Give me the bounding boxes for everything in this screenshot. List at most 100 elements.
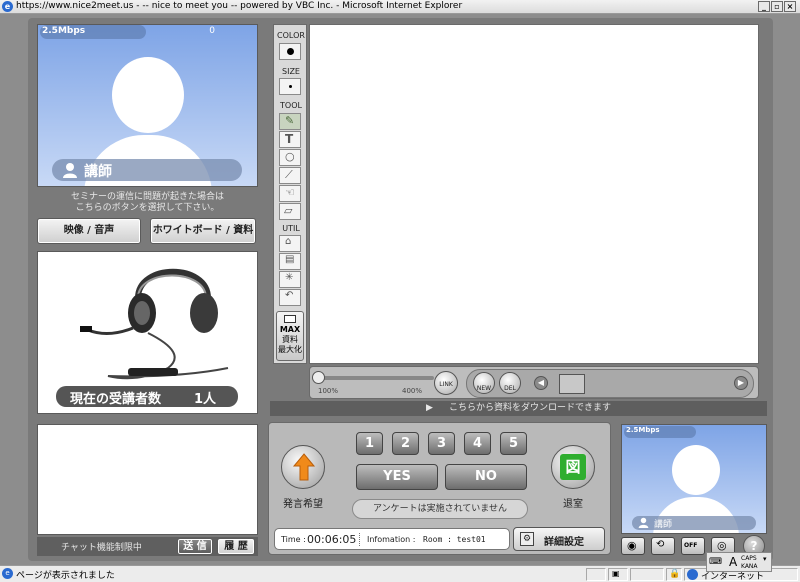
size-label: SIZE xyxy=(282,67,300,76)
yes-button[interactable]: YES xyxy=(356,464,438,490)
info-label: Infomation : xyxy=(367,535,416,544)
chat-log[interactable] xyxy=(37,424,258,535)
link-label: LINK xyxy=(439,381,453,388)
chat-history-button[interactable]: 履 歴 xyxy=(217,538,255,555)
sparkle-icon: ✳ xyxy=(285,272,294,283)
chevron-left-icon: ◀ xyxy=(537,378,545,387)
ime-mode: A xyxy=(729,555,738,569)
exit-label: 退室 xyxy=(563,499,583,510)
bandwidth-label-small: 2.5Mbps xyxy=(626,426,660,434)
detail-settings-label: 詳細設定 xyxy=(544,537,584,548)
notice-line-2: こちらのボタンを選択して下さい。 xyxy=(75,203,220,213)
whiteboard-canvas[interactable] xyxy=(309,24,759,364)
stamp-icon: ⌂ xyxy=(285,236,292,247)
board-controls: 100% 400% LINK NEW DEL ◀ ▶ xyxy=(309,366,759,399)
new-page-button[interactable]: NEW xyxy=(473,372,495,394)
delete-page-button[interactable]: DEL xyxy=(499,372,521,394)
survey-status: アンケートは実施されていません xyxy=(352,499,528,519)
chat-send-button[interactable]: 送 信 xyxy=(177,538,213,555)
detail-settings-button[interactable]: ⚙ 詳細設定 xyxy=(513,527,605,551)
answer-button-2[interactable]: 2 xyxy=(392,432,419,455)
maximize-button[interactable]: ▫ xyxy=(771,1,783,12)
trouble-notice: セミナーの運信に問題が起きた場合は こちらのボタンを選択して下さい。 xyxy=(37,192,258,214)
whiteboard-button[interactable]: ホワイトボード / 資料 xyxy=(150,218,256,244)
lecturer-name-tag: 講師 xyxy=(52,159,242,181)
answer-button-5[interactable]: 5 xyxy=(500,432,527,455)
exit-button[interactable]: 図 xyxy=(551,445,595,489)
download-text: こちらから資料をダウンロードできます xyxy=(448,403,611,413)
minimize-button[interactable]: _ xyxy=(758,1,770,12)
participant-name-tag: 講師 xyxy=(632,516,756,530)
prev-page-button[interactable]: ◀ xyxy=(534,376,548,390)
size-picker[interactable] xyxy=(279,78,301,95)
info-divider xyxy=(359,533,360,546)
line-tool-button[interactable]: ⟋ xyxy=(279,167,301,184)
max-label: MAX xyxy=(279,325,301,334)
bandwidth-label: 2.5Mbps xyxy=(42,26,86,36)
clear-button[interactable]: ✳ xyxy=(279,271,301,288)
size-dot-icon xyxy=(289,85,292,88)
kana-indicator: KANA xyxy=(741,563,758,570)
notice-line-1: セミナーの運信に問題が起きた場合は xyxy=(70,192,224,202)
headset-icon xyxy=(80,268,229,380)
text-tool-button[interactable]: T xyxy=(279,131,301,148)
window-icon xyxy=(284,315,296,323)
answer-button-1[interactable]: 1 xyxy=(356,432,383,455)
close-button[interactable]: × xyxy=(784,1,796,12)
chat-status: チャット機能制限中 xyxy=(61,543,142,553)
zoom-slider-knob[interactable] xyxy=(312,371,325,384)
video-audio-button[interactable]: 映像 / 音声 xyxy=(37,218,141,244)
print-button[interactable]: ▤ xyxy=(279,253,301,270)
max-label-2: 資料 xyxy=(282,335,298,344)
chevron-right-icon: ▶ xyxy=(737,378,745,387)
download-bar[interactable]: ▶ こちらから資料をダウンロードできます xyxy=(270,401,767,416)
pen-tool-button[interactable]: ✎ xyxy=(279,113,301,130)
time-value: 00:06:05 xyxy=(307,533,357,546)
person-icon xyxy=(63,163,77,178)
undo-button[interactable]: ↶ xyxy=(279,289,301,306)
text-icon: T xyxy=(285,132,294,146)
stamp-button[interactable]: ⌂ xyxy=(279,235,301,252)
ime-bar[interactable]: ⌨ A CAPS KANA ▾ xyxy=(706,552,772,572)
link-button[interactable]: LINK xyxy=(434,371,458,395)
maximize-material-button[interactable]: MAX 資料 最大化 xyxy=(276,311,304,361)
keyboard-icon: ⌨ xyxy=(709,557,722,567)
print-icon: ▤ xyxy=(285,254,295,265)
status-bar: e ページが表示されました ▣ 🔒 インターネット ⌨ A CAPS KANA … xyxy=(0,552,800,582)
answer-panel: 発言希望 1 2 3 4 5 YES NO 図 退室 アンケートは実施されていま… xyxy=(268,422,611,555)
mic-off-button[interactable]: OFF xyxy=(681,537,705,555)
no-button[interactable]: NO xyxy=(445,464,527,490)
pen-icon: ✎ xyxy=(285,114,295,127)
status-cell-3 xyxy=(630,568,664,581)
color-label: COLOR xyxy=(277,31,305,40)
participant-video: 2.5Mbps 講師 xyxy=(621,424,767,534)
max-label-3: 最大化 xyxy=(278,345,302,354)
lecturer-video: 2.5Mbps 0 講師 xyxy=(37,24,258,187)
page-thumbnail[interactable] xyxy=(559,374,585,394)
lock-icon: 🔒 xyxy=(669,569,681,579)
raise-hand-label: 発言希望 xyxy=(283,499,323,510)
zoom-min-label: 100% xyxy=(318,387,339,395)
eraser-tool-button[interactable]: ▱ xyxy=(279,203,301,220)
next-page-button[interactable]: ▶ xyxy=(734,376,748,390)
status-text: ページが表示されました xyxy=(16,571,115,581)
zoom-slider-track[interactable] xyxy=(316,376,434,380)
mic-swap-button[interactable]: ⟲ xyxy=(651,537,675,555)
camera-button[interactable]: ◉ xyxy=(621,537,645,555)
new-label: NEW xyxy=(476,385,492,392)
attendee-count-bar: 現在の受講者数 1人 xyxy=(56,386,238,407)
answer-button-3[interactable]: 3 xyxy=(428,432,455,455)
util-label: UTIL xyxy=(282,224,300,233)
play-icon: ▶ xyxy=(426,403,433,413)
camera-icon: ◉ xyxy=(627,539,637,552)
hand-tool-button[interactable]: ☜ xyxy=(279,185,301,202)
silhouette-head-small xyxy=(672,445,720,495)
color-picker[interactable] xyxy=(279,43,301,60)
raise-hand-button[interactable] xyxy=(281,445,325,489)
attendee-value: 1人 xyxy=(194,392,217,407)
line-icon: ⟋ xyxy=(285,168,293,181)
chat-bar: チャット機能制限中 送 信 履 歴 xyxy=(37,537,258,556)
shape-tool-button[interactable]: ○ xyxy=(279,149,301,166)
status-cell-2: ▣ xyxy=(608,568,628,581)
answer-button-4[interactable]: 4 xyxy=(464,432,491,455)
